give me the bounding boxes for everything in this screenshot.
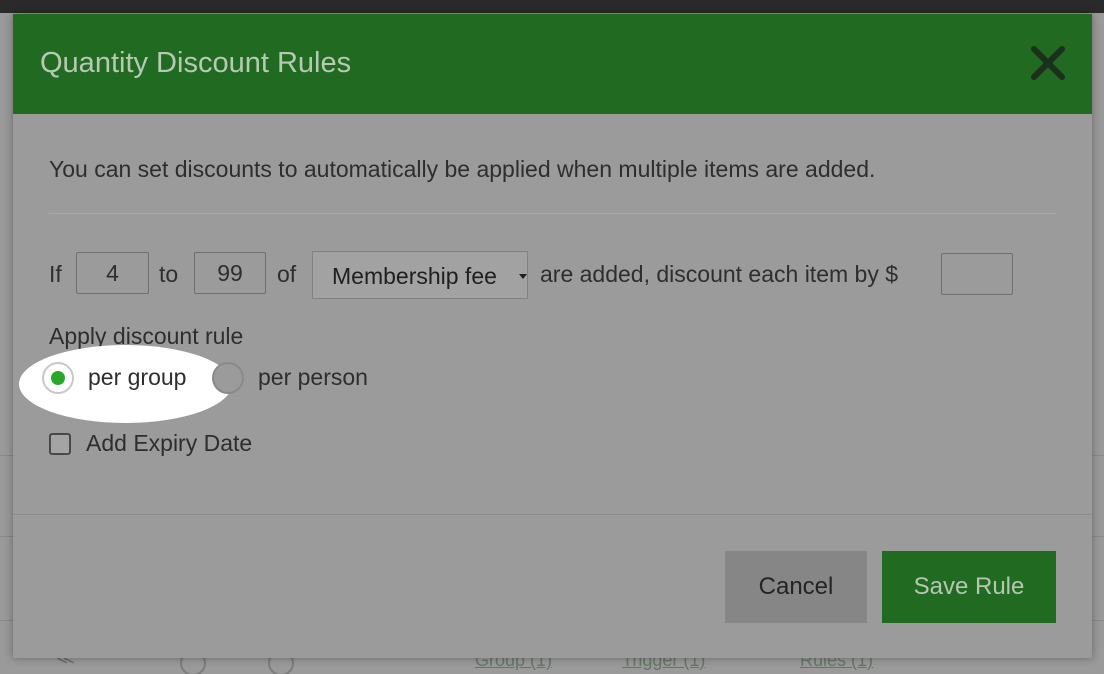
item-select[interactable]: Membership fee bbox=[312, 251, 528, 299]
save-rule-button[interactable]: Save Rule bbox=[882, 551, 1056, 623]
rule-suffix-text: are added, discount each item by $ bbox=[540, 261, 899, 287]
footer-divider bbox=[13, 514, 1092, 515]
radio-unselected-icon bbox=[212, 362, 244, 394]
intro-text: You can set discounts to automatically b… bbox=[49, 156, 876, 182]
modal-header: Quantity Discount Rules bbox=[13, 14, 1092, 114]
checkbox-icon bbox=[49, 433, 71, 455]
discount-rules-modal: Quantity Discount Rules You can set disc… bbox=[13, 14, 1092, 658]
to-label: to bbox=[159, 261, 179, 287]
cancel-button[interactable]: Cancel bbox=[725, 551, 867, 623]
radio-per-person-label: per person bbox=[258, 364, 368, 390]
top-bar bbox=[0, 0, 1104, 13]
close-button[interactable] bbox=[1029, 44, 1067, 82]
from-quantity-input[interactable]: 4 bbox=[76, 252, 149, 294]
section-divider bbox=[49, 213, 1056, 214]
if-label: If bbox=[49, 261, 62, 287]
rule-row: If 4 to 99 of Membership fee are added, … bbox=[49, 251, 1059, 299]
of-label: of bbox=[277, 261, 297, 287]
close-x-icon bbox=[1031, 46, 1065, 80]
chevron-down-icon bbox=[519, 274, 527, 279]
modal-title: Quantity Discount Rules bbox=[40, 47, 352, 79]
radio-selected-icon bbox=[42, 362, 74, 394]
radio-per-group-label: per group bbox=[88, 364, 187, 390]
discount-amount-input[interactable] bbox=[941, 253, 1013, 295]
item-select-value: Membership fee bbox=[332, 263, 497, 289]
add-expiry-label: Add Expiry Date bbox=[86, 430, 253, 456]
to-quantity-input[interactable]: 99 bbox=[194, 252, 266, 294]
